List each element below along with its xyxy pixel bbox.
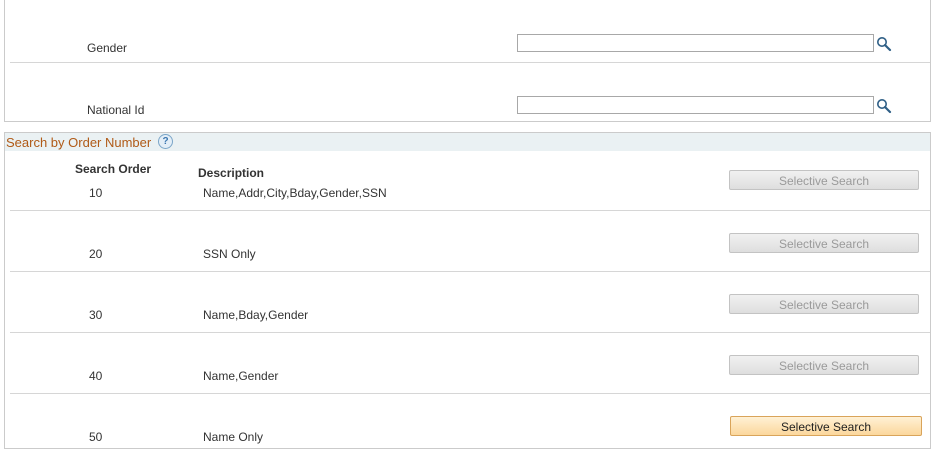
- row-divider: [10, 210, 930, 211]
- row-order-value: 30: [89, 308, 103, 322]
- row-description: Name,Gender: [203, 369, 279, 383]
- gender-label: Gender: [87, 41, 128, 55]
- gender-lookup-search-icon[interactable]: [876, 36, 892, 52]
- row-description: Name,Addr,City,Bday,Gender,SSN: [203, 186, 387, 200]
- row-order-value: 10: [89, 186, 103, 200]
- section-title: Search by Order Number: [6, 135, 152, 150]
- selective-search-button-40: Selective Search: [729, 355, 919, 375]
- row-divider: [10, 271, 930, 272]
- row-description: SSN Only: [203, 247, 256, 261]
- national-id-lookup-search-icon[interactable]: [876, 98, 892, 114]
- national-id-input[interactable]: [517, 96, 874, 114]
- row-divider: [10, 393, 930, 394]
- row-order-value: 40: [89, 369, 103, 383]
- national-id-label: National Id: [87, 103, 145, 117]
- selective-search-button-10: Selective Search: [729, 170, 919, 190]
- row-description: Name,Bday,Gender: [203, 308, 309, 322]
- selective-search-button-30: Selective Search: [729, 294, 919, 314]
- selective-search-button-20: Selective Search: [729, 233, 919, 253]
- row-description: Name Only: [203, 430, 264, 444]
- row-divider: [10, 332, 930, 333]
- help-icon[interactable]: ?: [158, 134, 173, 149]
- selective-search-button-50[interactable]: Selective Search: [730, 416, 922, 436]
- gender-input[interactable]: [517, 34, 874, 52]
- row-order-value: 20: [89, 247, 103, 261]
- column-header-search-order: Search Order: [75, 162, 152, 176]
- row-order-value: 50: [89, 430, 103, 444]
- column-header-description: Description: [198, 166, 265, 180]
- row-divider: [10, 62, 930, 63]
